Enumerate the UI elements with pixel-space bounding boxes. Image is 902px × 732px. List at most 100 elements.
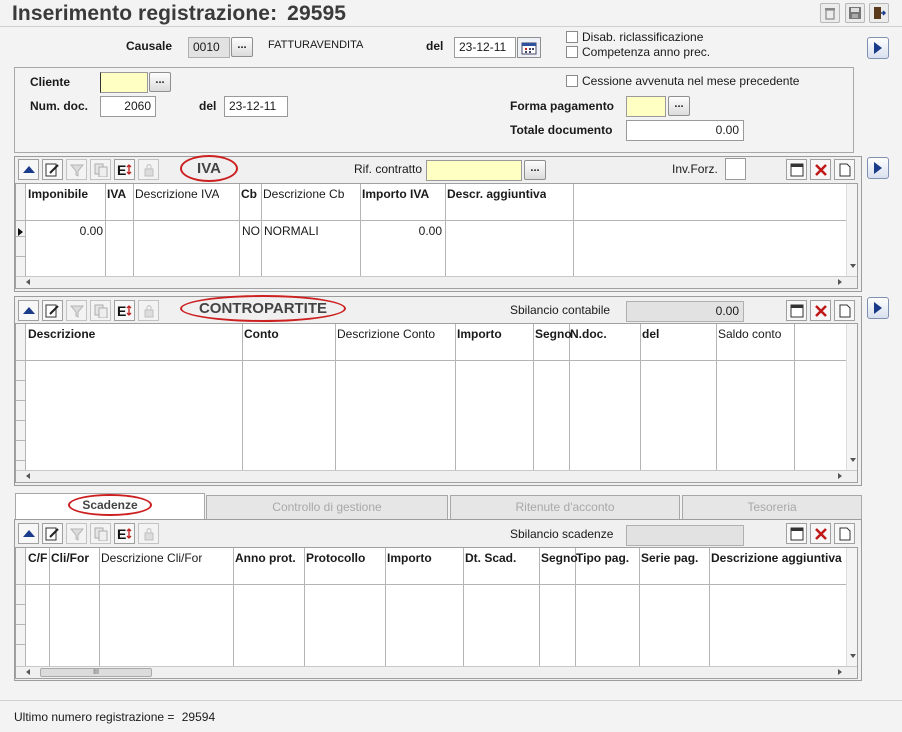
scadenze-col-importo[interactable]: Importo (387, 551, 432, 565)
iva-col-descr-aggiuntiva[interactable]: Descr. aggiuntiva (447, 187, 546, 201)
num-doc-field[interactable]: 2060 (100, 96, 156, 117)
scadenze-grid[interactable]: C/F Cli/For Descrizione Cli/For Anno pro… (15, 547, 858, 679)
contropartite-new-button[interactable] (834, 300, 855, 321)
save-button[interactable] (845, 3, 865, 23)
iva-col-imponibile[interactable]: Imponibile (28, 187, 88, 201)
scadenze-new-button[interactable] (834, 523, 855, 544)
scadenze-delete-button[interactable] (810, 523, 831, 544)
scadenze-col-descrizione-clifor[interactable]: Descrizione Cli/For (101, 551, 202, 565)
contropartite-col-segno[interactable]: Segno (535, 327, 572, 341)
forma-pagamento-field[interactable] (626, 96, 666, 117)
client-date-field[interactable]: 23-12-11 (224, 96, 288, 117)
iva-edit-button[interactable] (42, 159, 63, 180)
scroll-thumb[interactable]: III (40, 668, 152, 677)
iva-section-title: IVA (180, 155, 238, 182)
contropartite-up-button[interactable] (18, 300, 39, 321)
iva-next-button[interactable] (867, 157, 889, 179)
scadenze-window-button[interactable] (786, 523, 807, 544)
scadenze-col-tipo-pag[interactable]: Tipo pag. (576, 551, 629, 565)
scadenze-horizontal-scrollbar[interactable]: III (16, 666, 857, 678)
iva-cell-cb[interactable]: NO (242, 224, 260, 238)
iva-up-button[interactable] (18, 159, 39, 180)
scadenze-col-cf[interactable]: C/F (28, 551, 47, 565)
totale-documento-field[interactable]: 0.00 (626, 120, 744, 141)
cessione-checkbox[interactable]: Cessione avvenuta nel mese precedente (566, 74, 799, 88)
iva-delete-button[interactable] (810, 159, 831, 180)
tab-ritenute-acconto[interactable]: Ritenute d'acconto (450, 495, 680, 519)
contropartite-col-saldo-conto[interactable]: Saldo conto (718, 327, 781, 341)
iva-col-importo-iva[interactable]: Importo IVA (362, 187, 429, 201)
iva-col-descrizione-cb[interactable]: Descrizione Cb (263, 187, 344, 201)
scadenze-col-clifor[interactable]: Cli/For (51, 551, 89, 565)
causale-code-field[interactable]: 0010 (188, 37, 230, 58)
disab-riclassificazione-checkbox[interactable]: Disab. riclassificazione (566, 30, 703, 44)
contropartite-horizontal-scrollbar[interactable] (16, 470, 857, 482)
iva-cell-imponibile[interactable]: 0.00 (28, 224, 103, 238)
contropartite-col-descrizione[interactable]: Descrizione (28, 327, 95, 341)
edit-icon (45, 527, 59, 541)
cliente-lookup-button[interactable]: ... (149, 72, 171, 92)
scadenze-col-descrizione-aggiuntiva[interactable]: Descrizione aggiuntiva (711, 551, 843, 565)
iva-cell-importo-iva[interactable]: 0.00 (362, 224, 442, 238)
scadenze-col-anno-prot[interactable]: Anno prot. (235, 551, 296, 565)
iva-col-cb[interactable]: Cb (241, 187, 257, 201)
iva-cell-descrizione-cb[interactable]: NORMALI (264, 224, 319, 238)
cliente-field[interactable] (100, 72, 148, 93)
iva-copy-button[interactable] (90, 159, 111, 180)
scadenze-col-segno[interactable]: Segno (541, 551, 578, 565)
scadenze-col-dt-scad[interactable]: Dt. Scad. (465, 551, 516, 565)
disab-checkbox-box[interactable] (566, 31, 578, 43)
inv-forz-field[interactable] (725, 158, 746, 180)
contropartite-copy-button[interactable] (90, 300, 111, 321)
scadenze-export-button[interactable]: E (114, 523, 135, 544)
forma-pagamento-lookup-button[interactable]: ... (668, 96, 690, 116)
contropartite-window-button[interactable] (786, 300, 807, 321)
competenza-checkbox-box[interactable] (566, 46, 578, 58)
contropartite-col-del[interactable]: del (642, 327, 659, 341)
scadenze-edit-button[interactable] (42, 523, 63, 544)
contropartite-vertical-scrollbar[interactable] (846, 324, 857, 470)
iva-lock-button[interactable] (138, 159, 159, 180)
rif-contratto-lookup-button[interactable]: ... (524, 160, 546, 180)
contropartite-col-descrizione-conto[interactable]: Descrizione Conto (337, 327, 435, 341)
header-date-field[interactable]: 23-12-11 (454, 37, 516, 58)
iva-grid[interactable]: Imponibile IVA Descrizione IVA Cb Descri… (15, 183, 858, 289)
scadenze-copy-button[interactable] (90, 523, 111, 544)
scadenze-up-button[interactable] (18, 523, 39, 544)
scadenze-filter-button[interactable] (66, 523, 87, 544)
iva-horizontal-scrollbar[interactable] (16, 276, 857, 288)
iva-window-button[interactable] (786, 159, 807, 180)
iva-col-descrizione-iva[interactable]: Descrizione IVA (135, 187, 219, 201)
scadenze-col-protocollo[interactable]: Protocollo (306, 551, 365, 565)
contropartite-grid[interactable]: Descrizione Conto Descrizione Conto Impo… (15, 323, 858, 483)
iva-filter-button[interactable] (66, 159, 87, 180)
iva-new-button[interactable] (834, 159, 855, 180)
scadenze-col-serie-pag[interactable]: Serie pag. (641, 551, 698, 565)
tab-tesoreria[interactable]: Tesoreria (682, 495, 862, 519)
iva-export-button[interactable]: E (114, 159, 135, 180)
competenza-checkbox[interactable]: Competenza anno prec. (566, 45, 710, 59)
calendar-button[interactable] (517, 37, 541, 58)
contropartite-col-ndoc[interactable]: N.doc. (570, 327, 607, 341)
exit-button[interactable] (869, 3, 889, 23)
contropartite-delete-button[interactable] (810, 300, 831, 321)
tab-scadenze[interactable]: Scadenze (15, 493, 205, 519)
rif-contratto-field[interactable] (426, 160, 522, 181)
cessione-checkbox-box[interactable] (566, 75, 578, 87)
contropartite-next-button[interactable] (867, 297, 889, 319)
scadenze-vertical-scrollbar[interactable] (846, 548, 857, 666)
header-next-button[interactable] (867, 37, 889, 59)
trash-button[interactable] (820, 3, 840, 23)
scadenze-lock-button[interactable] (138, 523, 159, 544)
tab-controllo-gestione[interactable]: Controllo di gestione (206, 495, 448, 519)
iva-vertical-scrollbar[interactable] (846, 184, 857, 276)
contropartite-filter-button[interactable] (66, 300, 87, 321)
causale-lookup-button[interactable]: ... (231, 37, 253, 57)
contropartite-lock-button[interactable] (138, 300, 159, 321)
contropartite-edit-button[interactable] (42, 300, 63, 321)
contropartite-col-importo[interactable]: Importo (457, 327, 502, 341)
contropartite-export-button[interactable]: E (114, 300, 135, 321)
copy-icon (94, 163, 107, 177)
iva-col-iva[interactable]: IVA (107, 187, 126, 201)
contropartite-col-conto[interactable]: Conto (244, 327, 279, 341)
